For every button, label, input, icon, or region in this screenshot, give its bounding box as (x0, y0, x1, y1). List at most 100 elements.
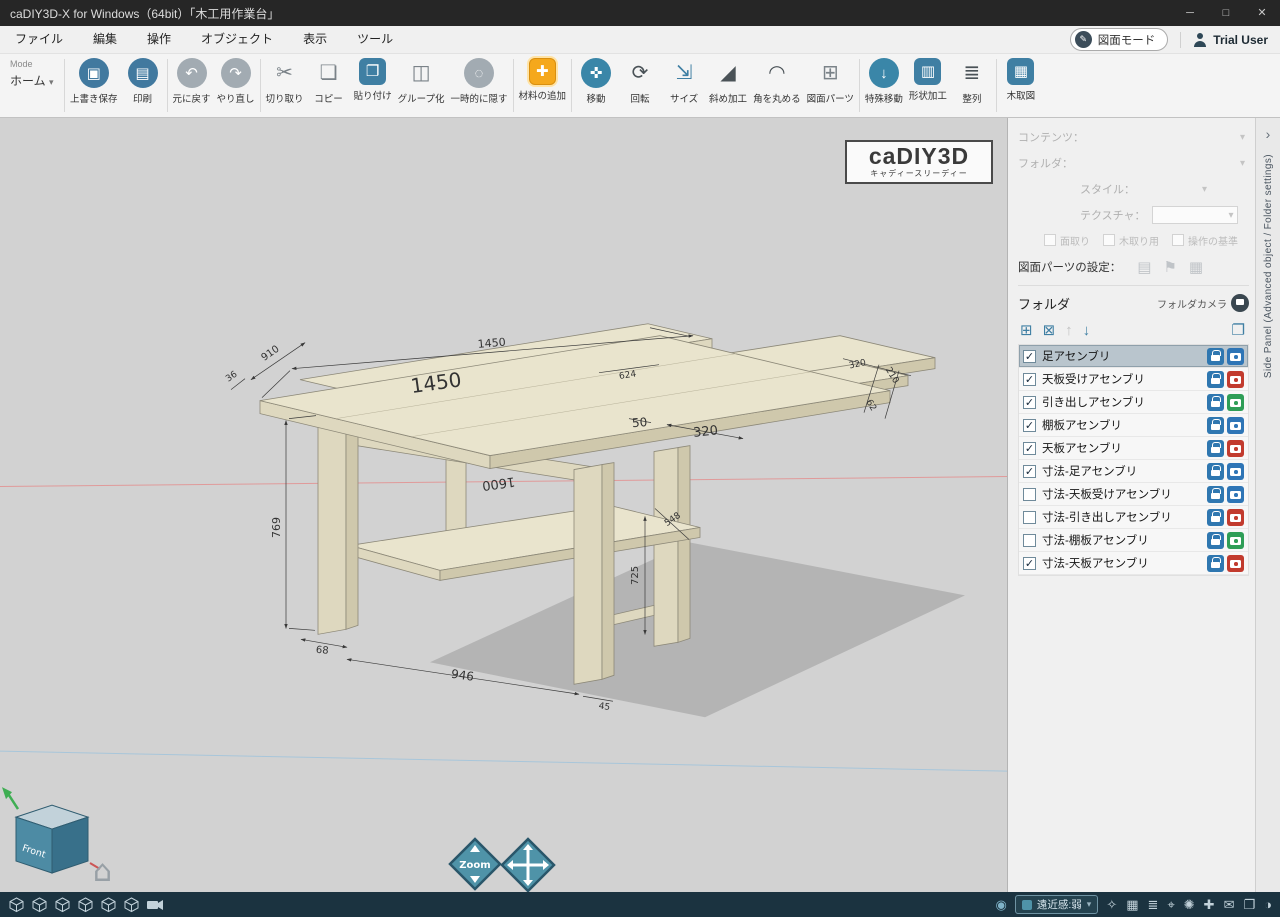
folder-row[interactable]: ✓天板受けアセンブリ (1019, 368, 1248, 391)
folder-visibility-checkbox[interactable]: ✓ (1023, 396, 1036, 409)
mode-selector[interactable]: Mode ホーム ▾ (0, 54, 62, 117)
navigation-cube[interactable]: Front (2, 787, 100, 873)
folder-camera-icon[interactable] (1227, 440, 1244, 457)
folder-visibility-checkbox[interactable] (1023, 511, 1036, 524)
folder-visibility-checkbox[interactable] (1023, 534, 1036, 547)
print-button[interactable]: ▤印刷 (121, 54, 165, 117)
delete-folder-button[interactable]: ⊠ (1043, 323, 1056, 338)
lock-icon[interactable] (1207, 555, 1224, 572)
style-select[interactable]: スタイル： ▾ (1018, 176, 1249, 202)
collapse-chevron-icon[interactable]: › (1266, 126, 1271, 142)
move-up-button[interactable]: ↑ (1065, 323, 1073, 338)
folder-row[interactable]: ✓天板アセンブリ (1019, 437, 1248, 460)
view-front-icon[interactable] (31, 897, 48, 913)
folder-camera-icon[interactable] (1227, 417, 1244, 434)
redo-button[interactable]: ↷やり直し (214, 54, 258, 117)
add-material-button[interactable]: ✚材料の追加 (516, 54, 570, 117)
lock-icon[interactable] (1207, 463, 1224, 480)
lock-icon[interactable] (1207, 417, 1224, 434)
folder-row[interactable]: ✓足アセンブリ (1019, 345, 1248, 368)
lock-icon[interactable] (1207, 371, 1224, 388)
copy-button[interactable]: ❏コピー (307, 54, 351, 117)
menu-operation[interactable]: 操作 (132, 26, 186, 53)
view-iso-icon[interactable] (8, 897, 25, 913)
folder-visibility-checkbox[interactable]: ✓ (1023, 373, 1036, 386)
home-view-button[interactable]: ⌂ (93, 854, 112, 889)
folder-camera-icon[interactable] (1227, 348, 1244, 365)
user-account[interactable]: Trial User (1193, 33, 1268, 47)
cut-button[interactable]: ✂切り取り (263, 54, 307, 117)
perspective-select[interactable]: 遠近感:弱 ▾ (1015, 895, 1098, 914)
add-folder-button[interactable]: ⊞ (1020, 323, 1033, 338)
move-down-button[interactable]: ↓ (1083, 323, 1091, 338)
lock-icon[interactable] (1207, 440, 1224, 457)
folder-visibility-checkbox[interactable] (1023, 488, 1036, 501)
folder-camera-icon[interactable] (1227, 509, 1244, 526)
folder-camera-icon[interactable] (1227, 555, 1244, 572)
folder-row[interactable]: ✓棚板アセンブリ (1019, 414, 1248, 437)
undo-button[interactable]: ↶元に戻す (170, 54, 214, 117)
comment-icon[interactable]: ✉ (1224, 898, 1235, 911)
snap-icon[interactable]: ⌖ (1167, 898, 1174, 911)
checkbox-icon[interactable] (1044, 234, 1056, 246)
folder-camera-icon[interactable] (1227, 463, 1244, 480)
texture-combo[interactable]: ▾ (1152, 206, 1238, 224)
folder-row[interactable]: 寸法-引き出しアセンブリ (1019, 506, 1248, 529)
menu-file[interactable]: ファイル (0, 26, 78, 53)
folder-camera-icon[interactable] (1227, 532, 1244, 549)
menu-edit[interactable]: 編集 (78, 26, 132, 53)
folder-camera-button[interactable] (1231, 294, 1249, 312)
folder-row[interactable]: 寸法-棚板アセンブリ (1019, 529, 1248, 552)
lock-icon[interactable] (1207, 509, 1224, 526)
menu-object[interactable]: オブジェクト (186, 26, 288, 53)
grid-icon[interactable]: ▦ (1126, 898, 1138, 911)
camera-icon[interactable] (146, 898, 164, 912)
rotate-button[interactable]: ⟳回転 (618, 54, 662, 117)
folder-row[interactable]: ✓寸法-足アセンブリ (1019, 460, 1248, 483)
group-button[interactable]: ◫グループ化 (395, 54, 448, 117)
bevel-button[interactable]: ◢斜め加工 (706, 54, 750, 117)
menu-view[interactable]: 表示 (288, 26, 342, 53)
light-icon[interactable]: ✺ (1184, 898, 1195, 911)
folder-select[interactable]: フォルダ： ▾ (1018, 150, 1249, 176)
view-left-icon[interactable] (77, 897, 94, 913)
axis-icon[interactable]: ✚ (1204, 898, 1215, 911)
folder-visibility-checkbox[interactable]: ✓ (1023, 465, 1036, 478)
view-top-icon[interactable] (123, 897, 140, 913)
minimize-button[interactable]: ─ (1172, 0, 1208, 26)
texture-select[interactable]: テクスチャ： ▾ (1018, 202, 1249, 228)
paste-button[interactable]: ❐貼り付け (351, 54, 395, 117)
lock-icon[interactable] (1207, 532, 1224, 549)
menu-tools[interactable]: ツール (342, 26, 408, 53)
drawing-mode-button[interactable]: ✎ 図面モード (1070, 28, 1169, 51)
cutting-diagram-button[interactable]: ▦木取図 (999, 54, 1043, 117)
close-button[interactable]: ✕ (1244, 0, 1280, 26)
special-move-button[interactable]: ↓特殊移動 (862, 54, 906, 117)
folder-camera-icon[interactable] (1227, 371, 1244, 388)
size-button[interactable]: ⇲サイズ (662, 54, 706, 117)
multi-view-icon[interactable]: ❐ (1243, 898, 1255, 911)
walkthrough-view-icon[interactable]: ✧ (1106, 898, 1117, 911)
perspective-eye-icon[interactable]: ◉ (996, 897, 1007, 913)
viewport-3d[interactable]: 1450910361450769689464572554816005032062… (0, 118, 1007, 892)
move-button[interactable]: ✜移動 (574, 54, 618, 117)
folder-row[interactable]: 寸法-天板受けアセンブリ (1019, 483, 1248, 506)
folder-camera-icon[interactable] (1227, 486, 1244, 503)
layers-icon[interactable]: ≣ (1148, 898, 1159, 911)
save-button[interactable]: ▣上書き保存 (67, 54, 121, 117)
folder-row[interactable]: ✓寸法-天板アセンブリ (1019, 552, 1248, 575)
folder-visibility-checkbox[interactable]: ✓ (1023, 350, 1036, 363)
folder-visibility-checkbox[interactable]: ✓ (1023, 557, 1036, 570)
viewport-canvas[interactable]: 1450910361450769689464572554816005032062… (0, 118, 1007, 892)
lock-icon[interactable] (1207, 348, 1224, 365)
align-button[interactable]: ≣整列 (950, 54, 994, 117)
folder-visibility-checkbox[interactable]: ✓ (1023, 442, 1036, 455)
duplicate-folder-button[interactable]: ❐ (1232, 323, 1245, 338)
view-right-icon[interactable] (100, 897, 117, 913)
render-icon[interactable]: ◑ (1264, 898, 1272, 911)
lock-icon[interactable] (1207, 486, 1224, 503)
view-back-icon[interactable] (54, 897, 71, 913)
side-panel-tab[interactable]: › Side Panel (Advanced object / Folder s… (1255, 118, 1280, 892)
checkbox-icon[interactable] (1172, 234, 1184, 246)
round-corner-button[interactable]: ◠角を丸める (750, 54, 804, 117)
